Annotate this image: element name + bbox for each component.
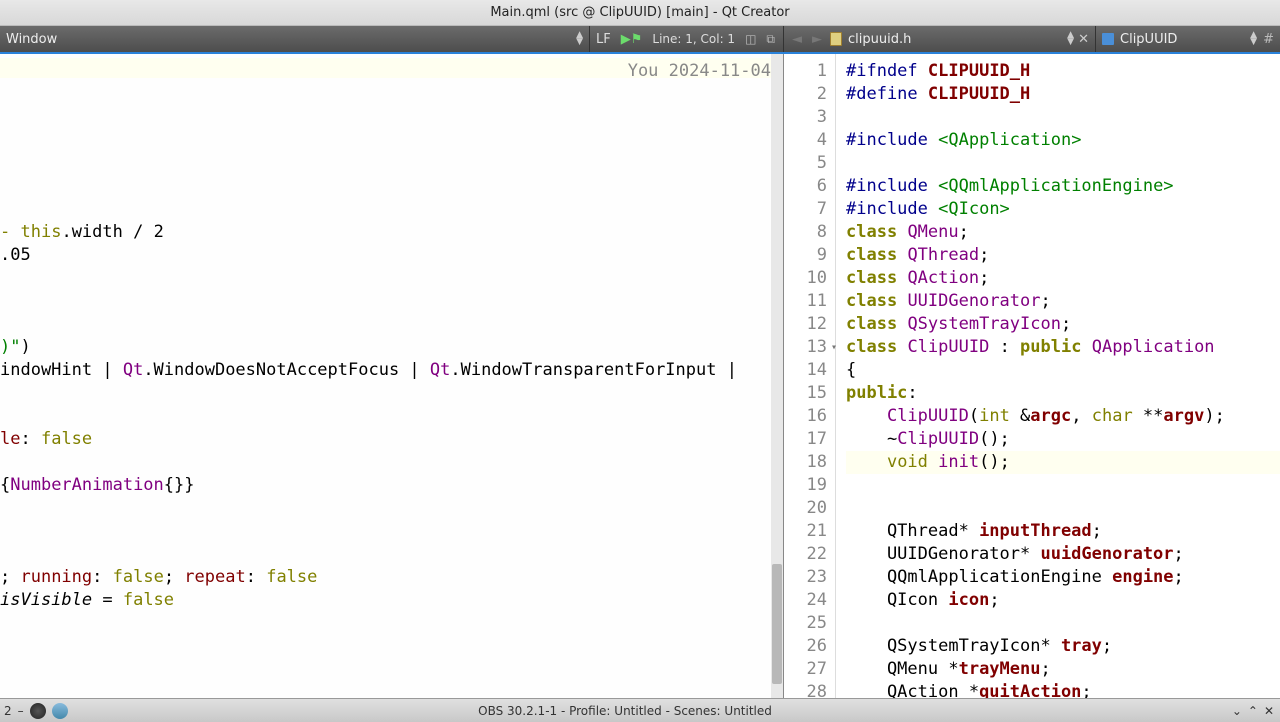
combo-arrows-icon[interactable]: ▲▼ xyxy=(576,32,583,46)
taskbar-title[interactable]: OBS 30.2.1-1 - Profile: Untitled - Scene… xyxy=(90,704,1160,718)
obs-app-icon[interactable] xyxy=(30,703,46,719)
editor-toolbar: Window ▲▼ LF ▶⚑ Line: 1, Col: 1 ◫ ⧉ ◄ ► … xyxy=(0,26,1280,52)
project-combo-area: ClipUUID ▲▼ # xyxy=(1096,26,1280,52)
window-titlebar: Main.qml (src @ ClipUUID) [main] - Qt Cr… xyxy=(0,0,1280,26)
close-split-icon[interactable]: ⧉ xyxy=(766,32,775,47)
header-file-icon xyxy=(830,32,842,46)
line-number-gutter: 1234567 89101112 1314151617 181920212223… xyxy=(784,54,836,698)
qml-object-combo[interactable]: Window xyxy=(6,32,57,47)
nav-forward-icon: ► xyxy=(810,32,824,47)
build-run-icon[interactable]: ▶⚑ xyxy=(621,32,643,47)
toolbar-status: LF ▶⚑ Line: 1, Col: 1 ◫ ⧉ xyxy=(590,26,784,52)
project-combo-arrows-icon[interactable]: ▲▼ xyxy=(1250,32,1257,46)
window-title: Main.qml (src @ ClipUUID) [main] - Qt Cr… xyxy=(490,5,789,20)
project-name[interactable]: ClipUUID xyxy=(1120,32,1177,47)
editor-main: You 2024-11-04 - this.width / 2 .05 )") … xyxy=(0,54,1280,698)
split-icon[interactable]: ◫ xyxy=(745,32,756,46)
qtcreator-app-icon[interactable] xyxy=(52,703,68,719)
taskbar-left: 2 – xyxy=(0,703,90,719)
git-annotation: You 2024-11-04 xyxy=(0,60,771,83)
workspace-indicator[interactable]: 2 xyxy=(4,704,12,718)
left-editor-pane[interactable]: You 2024-11-04 - this.width / 2 .05 )") … xyxy=(0,54,784,698)
qml-object-label: Window xyxy=(6,32,57,47)
tray-chevron-down-icon[interactable]: ⌄ xyxy=(1232,704,1242,718)
nav-back-icon[interactable]: ◄ xyxy=(790,32,804,47)
tray-chevron-up-icon[interactable]: ⌃ xyxy=(1248,704,1258,718)
open-file-name[interactable]: clipuuid.h xyxy=(848,32,911,47)
hash-icon[interactable]: # xyxy=(1263,32,1274,47)
left-scrollbar[interactable] xyxy=(771,54,783,698)
line-col-indicator[interactable]: Line: 1, Col: 1 xyxy=(652,32,735,46)
taskbar-right: ⌄ ⌃ ✕ xyxy=(1160,704,1280,718)
tray-close-icon[interactable]: ✕ xyxy=(1264,704,1274,718)
minimize-icon[interactable]: – xyxy=(18,704,24,718)
file-combo-arrows-icon[interactable]: ▲▼ xyxy=(1067,32,1074,46)
right-editor-pane[interactable]: 1234567 89101112 1314151617 181920212223… xyxy=(784,54,1280,698)
right-editor-content[interactable]: #ifndef CLIPUUID_H #define CLIPUUID_H #i… xyxy=(836,54,1280,698)
file-tab-area: ◄ ► clipuuid.h ▲▼ ✕ xyxy=(784,26,1096,52)
line-ending[interactable]: LF xyxy=(596,32,611,47)
system-taskbar: 2 – OBS 30.2.1-1 - Profile: Untitled - S… xyxy=(0,698,1280,722)
left-scrollbar-thumb[interactable] xyxy=(772,564,782,684)
left-editor-content[interactable]: You 2024-11-04 - this.width / 2 .05 )") … xyxy=(0,60,771,612)
object-combo-area: Window ▲▼ xyxy=(0,26,590,52)
project-icon xyxy=(1102,33,1114,45)
close-file-icon[interactable]: ✕ xyxy=(1078,32,1089,47)
